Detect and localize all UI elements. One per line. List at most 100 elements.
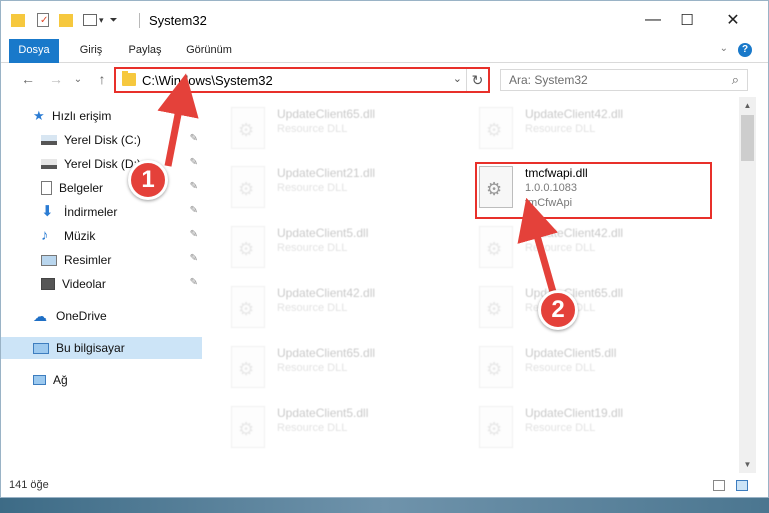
sidebar-item-label: Resimler xyxy=(64,253,112,267)
documents-icon xyxy=(41,181,52,195)
step-badge-1: 1 xyxy=(128,160,168,200)
sidebar-item-label: Belgeler xyxy=(59,181,104,195)
dll-file-icon xyxy=(231,166,265,208)
tab-home[interactable]: Giriş xyxy=(71,39,111,63)
pin-icon[interactable]: ✎ xyxy=(190,205,198,216)
folder-icon[interactable] xyxy=(11,13,25,27)
back-button[interactable]: ← xyxy=(19,70,37,88)
title-separator xyxy=(139,13,140,28)
list-item[interactable]: UpdateClient42.dll Resource DLL xyxy=(469,218,709,274)
refresh-button[interactable]: ↻ xyxy=(466,69,488,91)
list-item[interactable]: UpdateClient42.dll Resource DLL xyxy=(469,99,709,155)
quick-access-toolbar: ✓ ▾ ⏷ xyxy=(11,11,118,29)
dll-file-icon xyxy=(231,346,265,388)
sidebar-item-label: Yerel Disk (D:) xyxy=(64,157,141,171)
pin-icon[interactable]: ✎ xyxy=(190,181,198,192)
sidebar-item-local-disk-c[interactable]: Yerel Disk (C:) ✎ xyxy=(1,129,202,151)
tab-view[interactable]: Görünüm xyxy=(181,39,237,63)
customize-toolbar-icon[interactable]: ⏷ xyxy=(110,15,118,26)
address-bar[interactable]: C:\Windows\System32 ⌄ ↻ xyxy=(114,67,490,93)
status-bar: 141 öğe xyxy=(1,473,768,497)
music-icon: ♪ xyxy=(41,227,49,244)
scroll-thumb[interactable] xyxy=(741,115,754,161)
file-type: Resource DLL xyxy=(277,362,348,374)
sidebar-item-local-disk-d[interactable]: Yerel Disk (D:) ✎ xyxy=(1,153,202,175)
dll-file-icon xyxy=(479,286,513,328)
pin-icon[interactable]: ✎ xyxy=(190,157,198,168)
help-icon[interactable]: ? xyxy=(738,43,752,57)
forward-button[interactable]: → xyxy=(47,70,65,88)
item-count: 141 öğe xyxy=(9,479,49,491)
sidebar-item-quick-access[interactable]: ★ Hızlı erişim xyxy=(1,105,202,127)
folder-icon xyxy=(122,71,136,86)
address-path[interactable]: C:\Windows\System32 xyxy=(142,73,273,88)
sidebar-item-this-pc[interactable]: Bu bilgisayar xyxy=(1,337,202,359)
file-type: Resource DLL xyxy=(277,182,348,194)
star-icon: ★ xyxy=(33,108,45,123)
details-view-icon[interactable] xyxy=(713,480,725,491)
file-list: UpdateClient65.dll Resource DLL UpdateCl… xyxy=(211,97,739,473)
sidebar-item-downloads[interactable]: ⬇ İndirmeler ✎ xyxy=(1,201,202,223)
vertical-scrollbar[interactable]: ▲ ▼ xyxy=(739,97,756,473)
pin-icon[interactable]: ✎ xyxy=(190,253,198,264)
network-icon xyxy=(33,375,46,385)
recent-locations-button[interactable]: ⌄ xyxy=(69,70,87,88)
window-title: System32 xyxy=(149,13,207,28)
chevron-down-icon[interactable]: ⌄ xyxy=(453,72,462,85)
tab-file[interactable]: Dosya xyxy=(9,39,59,63)
list-item[interactable]: UpdateClient42.dll Resource DLL xyxy=(221,278,461,334)
sidebar-item-music[interactable]: ♪ Müzik ✎ xyxy=(1,225,202,247)
list-item[interactable]: UpdateClient5.dll Resource DLL xyxy=(469,338,709,394)
sidebar-item-documents[interactable]: Belgeler ✎ xyxy=(1,177,202,199)
view-options-icon[interactable] xyxy=(83,14,97,26)
file-type: Resource DLL xyxy=(525,422,596,434)
ribbon-tabs: Dosya Giriş Paylaş Görünüm ⌄ ? xyxy=(1,39,768,63)
search-icon[interactable]: ⌕ xyxy=(732,72,739,88)
pictures-icon xyxy=(41,254,57,266)
list-item[interactable]: UpdateClient21.dll Resource DLL xyxy=(221,158,461,214)
sidebar-item-pictures[interactable]: Resimler ✎ xyxy=(1,249,202,271)
drive-icon xyxy=(41,159,57,169)
new-folder-icon[interactable] xyxy=(59,13,73,27)
dll-file-icon xyxy=(479,406,513,448)
pin-icon[interactable]: ✎ xyxy=(190,133,198,144)
sidebar-item-videos[interactable]: Videolar ✎ xyxy=(1,273,202,295)
list-item[interactable]: UpdateClient5.dll Resource DLL xyxy=(221,218,461,274)
step-badge-2: 2 xyxy=(538,290,578,330)
pin-icon[interactable]: ✎ xyxy=(190,229,198,240)
maximize-button[interactable]: ☐ xyxy=(664,1,710,39)
file-name: UpdateClient5.dll xyxy=(277,226,369,240)
file-name: UpdateClient5.dll xyxy=(525,346,617,360)
ribbon-expand-icon[interactable]: ⌄ xyxy=(720,43,728,54)
sidebar-item-label: İndirmeler xyxy=(64,205,118,219)
tab-share[interactable]: Paylaş xyxy=(123,39,167,63)
highlight-box xyxy=(475,162,712,219)
sidebar-item-label: OneDrive xyxy=(56,309,107,323)
sidebar-item-label: Yerel Disk (C:) xyxy=(64,133,141,147)
list-item[interactable]: UpdateClient65.dll Resource DLL xyxy=(221,338,461,394)
file-name: UpdateClient65.dll xyxy=(277,107,376,121)
sidebar-item-label: Müzik xyxy=(64,229,96,243)
list-item[interactable]: UpdateClient5.dll Resource DLL xyxy=(221,398,461,454)
list-item[interactable]: UpdateClient65.dll Resource DLL xyxy=(221,99,461,155)
pin-icon[interactable]: ✎ xyxy=(190,277,198,288)
up-button[interactable]: ↑ xyxy=(93,70,111,88)
scroll-up-icon[interactable]: ▲ xyxy=(739,97,756,114)
list-item[interactable]: UpdateClient65.dll Resource DLL xyxy=(469,278,709,334)
list-item[interactable]: UpdateClient19.dll Resource DLL xyxy=(469,398,709,454)
properties-icon[interactable]: ✓ xyxy=(37,13,49,27)
computer-icon xyxy=(33,342,49,354)
chevron-down-icon[interactable]: ▾ xyxy=(99,15,104,26)
file-type: Resource DLL xyxy=(277,302,348,314)
tiles-view-icon[interactable] xyxy=(736,480,748,491)
search-input[interactable]: Ara: System32 ⌕ xyxy=(500,69,748,91)
scroll-down-icon[interactable]: ▼ xyxy=(739,456,756,473)
close-button[interactable]: ✕ xyxy=(710,1,756,39)
file-name: UpdateClient42.dll xyxy=(525,226,624,240)
file-type: Resource DLL xyxy=(525,362,596,374)
file-type: Resource DLL xyxy=(277,123,348,135)
sidebar-item-network[interactable]: Ağ xyxy=(1,369,202,391)
navigation-pane: ★ Hızlı erişim Yerel Disk (C:) ✎ Yerel D… xyxy=(1,97,209,473)
dll-file-icon xyxy=(231,406,265,448)
sidebar-item-onedrive[interactable]: ☁ OneDrive xyxy=(1,305,202,327)
